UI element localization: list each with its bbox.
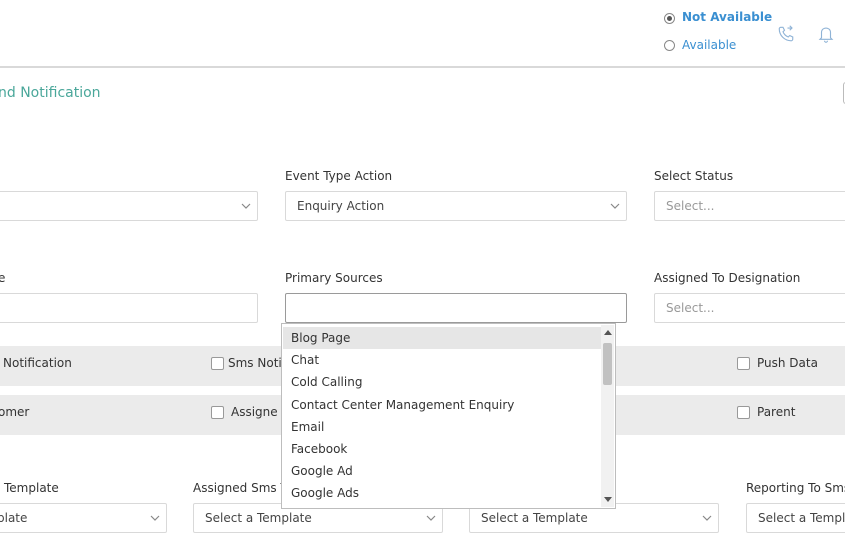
dropdown-option[interactable]: Facebook [283,438,601,460]
dropdown-option[interactable]: Google Ads [283,482,601,504]
push-data-label: Push Data [757,356,818,370]
event-type-action-label: Event Type Action [285,169,393,183]
parent-checkbox[interactable] [737,406,750,419]
select-status-select[interactable]: Select... [654,191,845,221]
page-title: nd Notification [0,85,101,101]
scroll-thumb[interactable] [603,343,612,385]
template-select-3-value: Select a Template [481,511,588,525]
template-select-1[interactable]: plate [0,503,167,533]
push-data-checkbox[interactable] [737,357,750,370]
assigned-designation-label: Assigned To Designation [654,271,801,285]
primary-sources-select[interactable] [285,293,627,323]
select-status-label: Select Status [654,169,734,183]
template-label-1: Template [4,481,59,495]
assigned-designation-placeholder: Select... [666,301,715,315]
parent-checkbox-label: Parent [757,405,796,419]
scroll-down-icon[interactable] [604,497,612,502]
dropdown-option[interactable]: Cold Calling [283,371,601,393]
event-type-action-select[interactable]: Enquiry Action [285,191,627,221]
chevron-down-icon [702,515,712,521]
assigned-sms-template-label: Assigned Sms T [193,481,288,495]
dropdown-option[interactable]: Google Ad [283,460,601,482]
dropdown-option[interactable]: Blog Page [283,327,601,349]
row2-first-label: e [0,271,6,285]
bell-icon[interactable] [817,25,835,43]
chevron-down-icon [426,515,436,521]
customer-checkbox-label: omer [0,405,30,419]
chevron-down-icon [150,515,160,521]
select-status-placeholder: Select... [666,199,715,213]
dropdown-scrollbar[interactable] [601,325,614,507]
row1-first-select[interactable] [0,191,258,221]
top-bar: Not Available Available [0,0,845,68]
row2-first-input[interactable] [0,293,258,323]
sms-notification-checkbox[interactable] [211,357,224,370]
assigned-sms-template-value: Select a Template [205,511,312,525]
not-available-label[interactable]: Not Available [682,10,772,24]
assigned-checkbox-label: Assigne [231,405,278,419]
primary-sources-label: Primary Sources [285,271,383,285]
sms-notification-label: Sms Noti [228,356,282,370]
chevron-down-icon [241,203,251,209]
not-available-radio[interactable] [664,13,675,24]
reporting-sms-template-value: Select a Templa [758,511,845,525]
available-radio[interactable] [664,40,675,51]
assigned-designation-select[interactable]: Select... [654,293,845,323]
reporting-sms-template-select[interactable]: Select a Templa [746,503,845,533]
primary-sources-dropdown[interactable]: Blog Page Chat Cold Calling Contact Cent… [281,323,616,509]
dropdown-option[interactable]: Email [283,416,601,438]
template-select-1-value: plate [0,511,28,525]
phone-icon[interactable] [777,25,795,43]
scroll-up-icon[interactable] [604,330,612,335]
dropdown-option[interactable]: Chat [283,349,601,371]
assigned-checkbox[interactable] [211,406,224,419]
chevron-down-icon [610,203,620,209]
reporting-sms-template-label: Reporting To Sms [746,481,845,495]
event-type-action-value: Enquiry Action [297,199,385,213]
available-label[interactable]: Available [682,38,736,52]
dropdown-option[interactable]: Contact Center Management Enquiry [283,394,601,416]
notification-checkbox-label: Notification [3,356,72,370]
